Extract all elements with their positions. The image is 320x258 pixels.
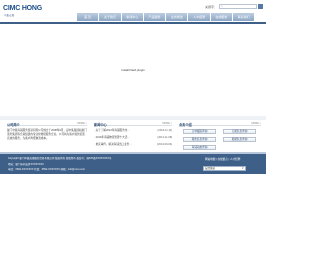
main-nav: 首 页 关于我们 新闻中心 产品服务 业务概述 人才招聘 在线服务 联系我们 [77, 13, 255, 21]
about-text: 厦门中集海铺服务贸易有限公司成立于2008年6月，是中集集团和厦门港务集团等合资… [7, 129, 87, 141]
services-section: 业务介绍 MORE > 订单跟踪查询 订舱信息查询 箱务信息查询 船期信息查询 … [179, 120, 261, 152]
news-item-date: [2013-11-08] [157, 136, 172, 139]
search-icon: ⌕ [221, 4, 223, 9]
news-title: 新闻中心 [94, 122, 107, 127]
order-tracking-button[interactable]: 订单跟踪查询 [183, 129, 216, 134]
news-item-title[interactable]: · 2013年海铺物流管理十大活... [94, 135, 129, 140]
header: CIMC HONG 中集宏图 关键字： ⌕ 首 页 关于我们 新闻中心 产品服务… [0, 0, 266, 22]
dynamics-query-button[interactable]: 海铺动态查询 [183, 145, 216, 150]
about-more-link[interactable]: MORE > [77, 122, 87, 125]
services-more-link[interactable]: MORE > [251, 122, 261, 125]
nav-about[interactable]: 关于我们 [99, 13, 121, 21]
news-more-link[interactable]: MORE > [162, 122, 172, 125]
nav-contact[interactable]: 联系我们 [233, 13, 255, 21]
nav-online-service[interactable]: 在线服务 [210, 13, 233, 21]
news-item[interactable]: · 2013年海铺物流管理十大活... [2013-11-08] [94, 135, 172, 140]
select-value: 友情链接 [205, 167, 216, 170]
friend-links-select[interactable]: 友情链接 ▼ [203, 166, 246, 171]
news-item-date: [2013-09-04] [157, 143, 172, 146]
news-item[interactable]: · 关于了解2013年海铺服务市... [2013-11-11] [94, 128, 172, 133]
news-item-title[interactable]: · 重庆事件，解决海铺出口业务... [94, 142, 131, 147]
footer-copyright: Copyright 厦门中集海铺服务贸易有限公司 版权所有 保留所有 备案号：闽… [8, 157, 112, 160]
news-item-title[interactable]: · 关于了解2013年海铺服务市... [94, 128, 129, 133]
news-item-date: [2013-11-11] [157, 129, 172, 132]
footer-address: 地址：厦门市同安区XXXXXXXX [8, 163, 44, 166]
logo-subtitle: 中集宏图 [4, 13, 15, 17]
nav-careers[interactable]: 人才招聘 [188, 13, 210, 21]
news-section: 新闻中心 MORE > · 关于了解2013年海铺服务市... [2013-11… [94, 120, 172, 152]
nav-home[interactable]: 首 页 [77, 13, 99, 21]
schedule-query-button[interactable]: 船期信息查询 [223, 137, 256, 142]
footer: Copyright 厦门中集海铺服务贸易有限公司 版权所有 保留所有 备案号：闽… [0, 154, 266, 174]
hero-banner: Install Flash plugin [0, 24, 266, 116]
nav-products[interactable]: 产品服务 [143, 13, 166, 21]
services-title: 业务介绍 [179, 122, 192, 127]
search-button[interactable] [258, 4, 263, 9]
logo[interactable]: CIMC HONG [3, 5, 42, 12]
nav-news[interactable]: 新闻中心 [121, 13, 143, 21]
nav-business[interactable]: 业务概述 [166, 13, 188, 21]
news-item[interactable]: · 重庆事件，解决海铺出口业务... [2013-09-04] [94, 142, 172, 147]
search-label: 关键字： [205, 5, 218, 9]
search-input[interactable]: ⌕ [219, 4, 257, 9]
news-header: 新闻中心 MORE > [94, 120, 172, 127]
booking-query-button[interactable]: 订舱信息查询 [223, 129, 256, 134]
chevron-down-icon: ▼ [241, 167, 244, 170]
about-header: 公司简介 MORE > [7, 120, 87, 127]
container-query-button[interactable]: 箱务信息查询 [183, 137, 216, 142]
services-header: 业务介绍 MORE > [179, 120, 261, 127]
about-section: 公司简介 MORE > 厦门中集海铺服务贸易有限公司成立于2008年6月，是中集… [7, 120, 87, 152]
footer-contact: 电话：0592-XXXXXXX 传真：0592-XXXXXXX 邮箱：info@… [8, 168, 86, 171]
about-title: 公司简介 [7, 122, 20, 127]
footer-links[interactable]: 网站地图 | 在线留言 | 人才招聘 [205, 157, 240, 161]
flash-plugin-message: Install Flash plugin [121, 68, 145, 72]
